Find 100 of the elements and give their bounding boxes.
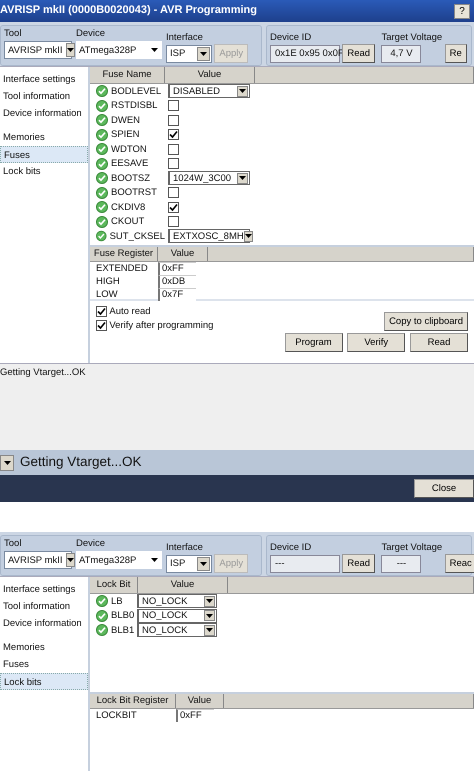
- sidebar-item[interactable]: Memories: [0, 639, 88, 656]
- check-circle-icon: [96, 143, 108, 156]
- check-circle-icon: [96, 85, 108, 98]
- field-label: Interface: [166, 32, 204, 43]
- fuse-name: WDTON: [111, 144, 147, 155]
- fuse-name: DWEN: [111, 114, 140, 126]
- checkbox[interactable]: [168, 129, 179, 140]
- sidebar-item[interactable]: Lock bits: [0, 163, 88, 180]
- value-dropdown[interactable]: NO_LOCK: [137, 594, 217, 608]
- check-circle-icon: [96, 624, 108, 636]
- voltage-field: ---: [381, 555, 422, 573]
- value-dropdown[interactable]: NO_LOCK: [137, 608, 217, 623]
- fuse-name: SPIEN: [111, 129, 140, 140]
- fuse-name: SUT_CKSEL: [110, 230, 165, 242]
- status-text: Getting Vtarget...OK: [20, 454, 142, 471]
- field-label: Target Voltage: [381, 32, 442, 43]
- check-circle-icon: [96, 128, 108, 141]
- checkbox[interactable]: [96, 320, 107, 331]
- column-header[interactable]: Value: [158, 247, 208, 261]
- option-label: Verify after programming: [109, 320, 214, 332]
- sidebar-item[interactable]: Device information: [0, 615, 88, 632]
- check-circle-icon: [96, 230, 107, 242]
- checkbox[interactable]: [168, 158, 179, 170]
- sidebar-item[interactable]: Device information: [0, 105, 88, 122]
- value-dropdown[interactable]: DISABLED: [168, 84, 250, 98]
- copy-button[interactable]: Copy to clipboard: [384, 312, 468, 331]
- field-label: Device: [76, 538, 106, 550]
- dropdown[interactable]: AVRISP mkII: [4, 551, 72, 570]
- check-circle-icon: [96, 216, 108, 228]
- voltage-field: 4,7 V: [381, 45, 422, 63]
- checkbox[interactable]: [96, 306, 107, 318]
- device-id-field: 0x1E 0x95 0x0F: [270, 45, 340, 63]
- register-name: LOW: [96, 288, 118, 300]
- register-value: 0xFF: [176, 709, 214, 722]
- help-button[interactable]: ?: [454, 4, 470, 18]
- dropdown[interactable]: AVRISP mkII: [4, 41, 72, 60]
- fuse-name: CKOUT: [111, 216, 144, 228]
- value-dropdown[interactable]: 1024W_3C00: [168, 171, 250, 186]
- column-header[interactable]: Value: [165, 67, 255, 83]
- checkbox[interactable]: [168, 202, 179, 213]
- field-label: Target Voltage: [381, 542, 442, 553]
- dropdown[interactable]: ISP: [166, 45, 212, 63]
- check-circle-icon: [96, 158, 108, 170]
- check-circle-icon: [96, 610, 108, 622]
- register-value: 0xFF: [158, 262, 196, 275]
- fuse-name: BOOTSZ: [111, 172, 150, 184]
- fuse-name: BLB1: [111, 624, 134, 636]
- read-button[interactable]: Read: [342, 554, 376, 573]
- read-button[interactable]: Reac: [444, 554, 474, 573]
- sidebar-item[interactable]: Tool information: [0, 88, 88, 105]
- dropdown[interactable]: ISP: [166, 555, 212, 573]
- action-button[interactable]: Verify: [347, 333, 406, 352]
- field-label: Interface: [166, 542, 204, 553]
- fuse-name: LB: [111, 596, 123, 607]
- register-name: LOCKBIT: [96, 710, 137, 722]
- check-circle-icon: [96, 172, 108, 184]
- register-value: 0x7F: [158, 288, 196, 301]
- check-circle-icon: [96, 595, 108, 608]
- action-button[interactable]: Program: [284, 333, 342, 352]
- sidebar-item[interactable]: Fuses: [0, 656, 88, 673]
- fuse-name: EESAVE: [111, 158, 148, 170]
- fuse-name: RSTDISBL: [111, 100, 158, 112]
- dropdown[interactable]: ATmega328P: [76, 551, 162, 570]
- read-button[interactable]: Re: [444, 44, 467, 63]
- sidebar-item[interactable]: Memories: [0, 129, 88, 146]
- register-name: HIGH: [96, 276, 120, 288]
- field-label: Tool: [4, 28, 22, 40]
- close-button[interactable]: Close: [414, 479, 474, 498]
- column-header[interactable]: Lock Bit: [90, 577, 138, 593]
- window-title: AVRISP mkII (0000B0020043) - AVR Programming: [0, 4, 257, 18]
- column-header[interactable]: Fuse Name: [90, 67, 165, 83]
- device-id-field: ---: [270, 555, 340, 573]
- dropdown[interactable]: ATmega328P: [76, 41, 162, 60]
- fuse-name: BODLEVEL: [111, 86, 162, 97]
- option-label: Auto read: [109, 306, 151, 318]
- checkbox[interactable]: [168, 187, 179, 198]
- value-dropdown[interactable]: NO_LOCK: [137, 623, 217, 638]
- checkbox[interactable]: [168, 100, 179, 112]
- sidebar-item[interactable]: Lock bits: [0, 673, 88, 690]
- check-circle-icon: [96, 186, 108, 199]
- checkbox[interactable]: [168, 114, 179, 126]
- read-button[interactable]: Read: [342, 44, 376, 63]
- log-text: Getting Vtarget...OK: [0, 367, 86, 378]
- action-button[interactable]: Read: [410, 333, 468, 352]
- check-circle-icon: [96, 100, 108, 112]
- column-header[interactable]: Value: [138, 577, 228, 593]
- field-label: Device ID: [270, 32, 312, 43]
- sidebar-item[interactable]: Interface settings: [0, 71, 88, 88]
- check-circle-icon: [96, 114, 108, 126]
- sidebar-item[interactable]: Tool information: [0, 598, 88, 615]
- value-dropdown[interactable]: EXTXOSC_8MH: [168, 229, 250, 244]
- column-header[interactable]: Lock Bit Register: [90, 694, 176, 708]
- checkbox[interactable]: [168, 216, 179, 228]
- field-label: Device: [76, 28, 106, 40]
- sidebar-item[interactable]: Interface settings: [0, 581, 88, 598]
- column-header[interactable]: Value: [176, 694, 224, 708]
- field-label: Tool: [4, 538, 22, 550]
- checkbox[interactable]: [168, 144, 179, 155]
- column-header[interactable]: Fuse Register: [90, 247, 158, 261]
- sidebar-item[interactable]: Fuses: [0, 146, 88, 163]
